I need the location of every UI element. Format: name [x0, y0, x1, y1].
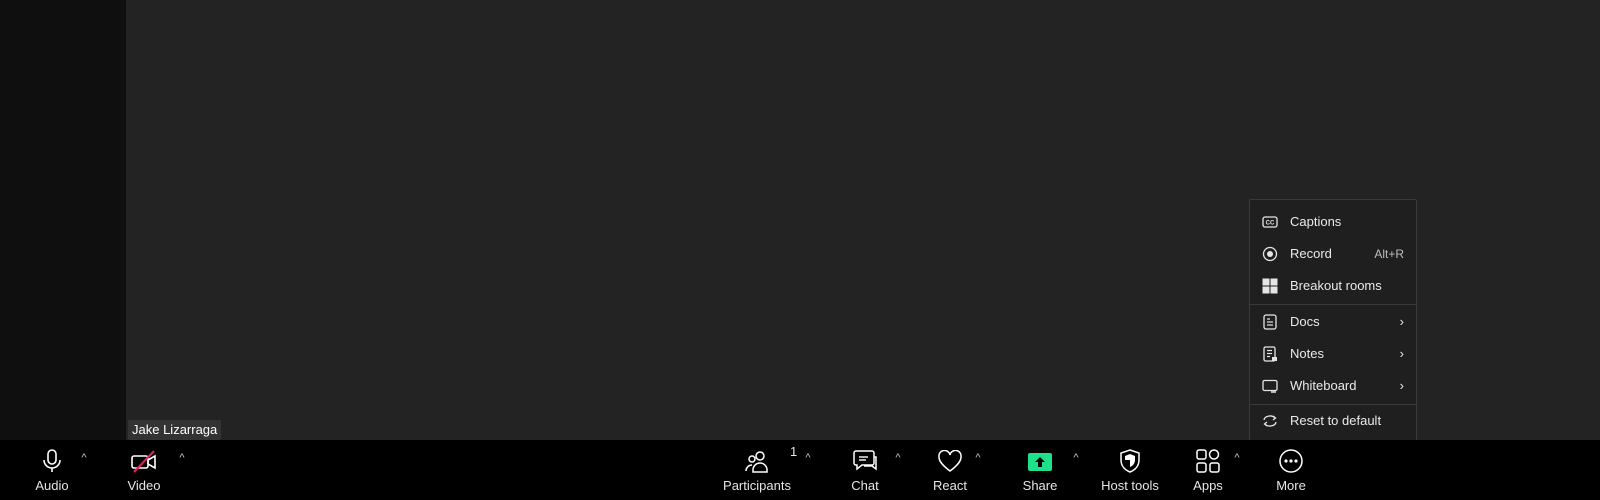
chat-button[interactable]: Chat [850, 440, 880, 500]
menu-item-label: Captions [1290, 214, 1342, 229]
shield-icon [1120, 449, 1140, 473]
video-off-icon [131, 450, 156, 473]
share-button[interactable]: Share [1022, 440, 1058, 500]
apps-options-caret[interactable]: ^ [1229, 450, 1245, 466]
docs-icon [1263, 314, 1277, 330]
chevron-right-icon: › [1399, 378, 1404, 393]
participants-icon [745, 451, 768, 473]
host-tools-label: Host tools [1101, 478, 1159, 493]
video-button[interactable]: Video [124, 440, 164, 500]
participants-button[interactable]: 1 Participants [722, 440, 797, 500]
audio-options-caret[interactable]: ^ [76, 450, 92, 466]
menu-item-captions[interactable]: CC Captions [1250, 206, 1416, 238]
share-screen-icon [1028, 453, 1052, 471]
apps-icon [1196, 449, 1220, 473]
participant-name-tag: Jake Lizarraga [128, 420, 222, 440]
apps-button[interactable]: Apps [1193, 440, 1223, 500]
heart-icon [938, 450, 962, 472]
more-icon [1279, 449, 1303, 473]
whiteboard-icon [1262, 379, 1278, 393]
breakout-rooms-icon [1262, 278, 1278, 294]
react-options-caret[interactable]: ^ [970, 450, 986, 466]
meeting-toolbar: Audio ^ Video ^ 1 Participants ^ Chat ^ … [0, 440, 1600, 500]
share-options-caret[interactable]: ^ [1068, 450, 1084, 466]
host-tools-button[interactable]: Host tools [1100, 440, 1160, 500]
side-panel [0, 0, 126, 440]
chevron-right-icon: › [1399, 314, 1404, 329]
chat-icon [853, 450, 877, 471]
menu-item-breakout-rooms[interactable]: Breakout rooms [1250, 270, 1416, 302]
more-label: More [1276, 478, 1306, 493]
audio-button[interactable]: Audio [32, 440, 72, 500]
chat-label: Chat [851, 478, 879, 493]
svg-text:CC: CC [1266, 221, 1275, 227]
video-label: Video [127, 478, 161, 493]
video-options-caret[interactable]: ^ [174, 450, 190, 466]
microphone-icon [43, 449, 61, 472]
menu-divider [1250, 304, 1416, 305]
participants-label: Participants [723, 478, 791, 493]
shortcut-hint: Alt+R [1374, 247, 1404, 261]
chat-options-caret[interactable]: ^ [890, 450, 906, 466]
notes-icon [1263, 346, 1277, 362]
menu-item-reset-to-default[interactable]: Reset to default [1250, 405, 1416, 437]
menu-item-label: Whiteboard [1290, 378, 1357, 393]
chevron-right-icon: › [1399, 346, 1404, 361]
menu-item-label: Reset to default [1290, 413, 1382, 428]
audio-label: Audio [35, 478, 69, 493]
menu-item-label: Breakout rooms [1290, 278, 1382, 293]
react-button[interactable]: React [933, 440, 967, 500]
react-label: React [933, 478, 967, 493]
reset-icon [1263, 415, 1277, 427]
menu-item-label: Docs [1290, 314, 1320, 329]
meeting-window: Jake Lizarraga CC Captions Record Alt+R [0, 0, 1600, 500]
record-icon [1262, 246, 1278, 262]
cc-icon: CC [1262, 216, 1278, 228]
menu-item-whiteboard[interactable]: Whiteboard › [1250, 370, 1416, 402]
more-button[interactable]: More [1275, 440, 1307, 500]
participants-count: 1 [790, 444, 798, 459]
apps-label: Apps [1193, 478, 1223, 493]
menu-item-docs[interactable]: Docs › [1250, 306, 1416, 338]
menu-item-notes[interactable]: Notes › [1250, 338, 1416, 370]
menu-item-label: Record [1290, 246, 1332, 261]
menu-item-label: Notes [1290, 346, 1324, 361]
share-label: Share [1022, 478, 1058, 493]
menu-item-record[interactable]: Record Alt+R [1250, 238, 1416, 270]
participants-options-caret[interactable]: ^ [800, 450, 816, 466]
more-menu: CC Captions Record Alt+R Breakout rooms [1249, 199, 1417, 441]
